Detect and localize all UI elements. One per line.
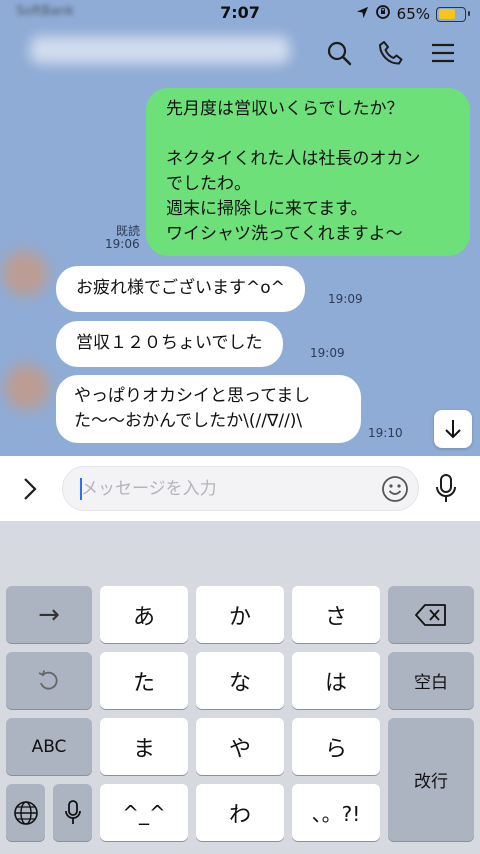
keyboard: → あ か さ た な は 空白 ABC ま や ら 改行 ^_^ わ 、。?! — [0, 521, 480, 854]
key-a[interactable]: あ — [100, 586, 188, 643]
message-input-bar — [0, 456, 480, 521]
key-punctuation[interactable]: 、。?! — [292, 784, 380, 841]
key-next-candidate[interactable]: → — [6, 586, 92, 643]
globe-key[interactable] — [6, 784, 45, 841]
phone-icon[interactable] — [376, 38, 406, 68]
globe-icon — [13, 800, 38, 825]
message-time: 19:06 — [105, 237, 140, 251]
incoming-message[interactable]: お疲れ様でございます^o^ — [56, 266, 305, 312]
mic-icon — [64, 799, 81, 824]
outgoing-message[interactable]: 先月度は営収いくらでしたか？ ネクタイくれた人は社長のオカン でしたわ。 週末に… — [146, 88, 470, 256]
voice-message-button[interactable] — [434, 473, 462, 505]
mic-icon — [436, 474, 456, 502]
status-bar: SoftBank 7:07 65% — [0, 0, 480, 28]
location-icon — [356, 5, 369, 23]
key-na[interactable]: な — [196, 652, 284, 709]
battery-icon — [436, 6, 470, 22]
space-key[interactable]: 空白 — [388, 652, 474, 709]
arrow-down-icon — [445, 420, 461, 439]
key-ka[interactable]: か — [196, 586, 284, 643]
key-ta[interactable]: た — [100, 652, 188, 709]
scroll-to-bottom-button[interactable] — [434, 410, 472, 448]
menu-icon[interactable] — [428, 38, 458, 68]
chevron-right-icon — [24, 478, 37, 500]
incoming-message[interactable]: やっぱりオカシイと思ってまし た〜〜おかんでしたか\(//∇//)\ — [56, 375, 361, 443]
contact-name-blurred[interactable] — [30, 36, 290, 64]
undo-key[interactable] — [6, 652, 92, 709]
key-emoticon[interactable]: ^_^ — [100, 784, 188, 841]
message-input[interactable] — [62, 466, 419, 511]
message-time: 19:09 — [310, 346, 345, 360]
sender-avatar[interactable] — [2, 250, 48, 296]
key-ha[interactable]: は — [292, 652, 380, 709]
abc-key[interactable]: ABC — [6, 718, 92, 775]
key-ma[interactable]: ま — [100, 718, 188, 775]
key-sa[interactable]: さ — [292, 586, 380, 643]
expand-menu-button[interactable] — [20, 476, 44, 502]
chat-header-actions — [324, 38, 458, 68]
text-caret — [80, 478, 82, 500]
message-time: 19:09 — [328, 292, 363, 306]
delete-key[interactable] — [388, 586, 474, 643]
battery-level — [438, 9, 455, 19]
battery-percent: 65% — [396, 5, 430, 23]
orientation-lock-icon — [375, 4, 391, 24]
incoming-message[interactable]: 営収１２０ちょいでした — [56, 321, 283, 367]
dictation-key[interactable] — [53, 784, 92, 841]
delete-icon — [415, 603, 446, 626]
chat-area: SoftBank 7:07 65% 先月度は営収いくらでしたか？ ネクタイくれた… — [0, 0, 480, 456]
message-time: 19:10 — [368, 426, 403, 440]
status-indicators: 65% — [356, 4, 470, 24]
emoji-icon[interactable] — [381, 475, 409, 503]
undo-icon — [38, 669, 58, 690]
sender-avatar[interactable] — [4, 364, 50, 410]
enter-key[interactable]: 改行 — [388, 718, 474, 841]
key-wa[interactable]: わ — [196, 784, 284, 841]
key-ra[interactable]: ら — [292, 718, 380, 775]
key-ya[interactable]: や — [196, 718, 284, 775]
search-icon[interactable] — [324, 38, 354, 68]
